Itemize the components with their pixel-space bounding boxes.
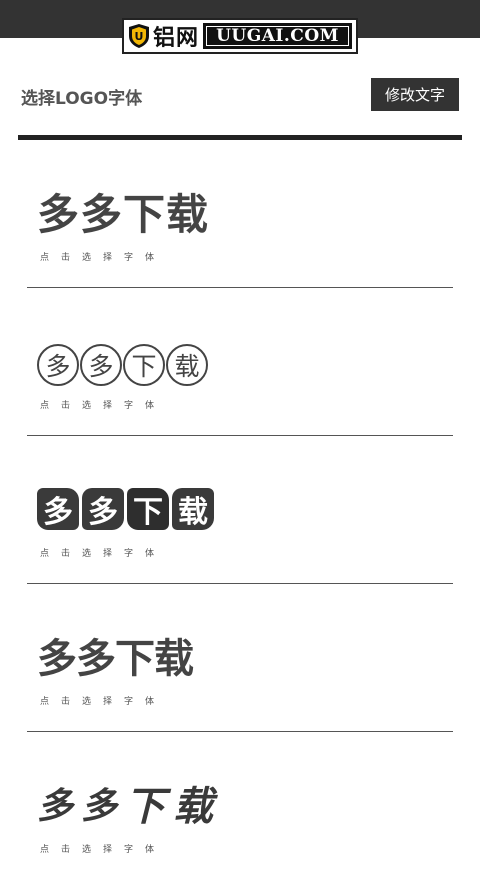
font-option-1[interactable]: 多多下载 点击选择字体 — [27, 140, 453, 288]
font-option-2[interactable]: 多 多 下 载 点击选择字体 — [27, 288, 453, 436]
font-option-4[interactable]: 多多下载 点击选择字体 — [27, 584, 453, 732]
font-sample-char: 多 — [37, 488, 79, 530]
select-font-hint: 点击选择字体 — [40, 845, 167, 855]
font-sample-char: 载 — [172, 488, 214, 530]
font-sample-char: 下 — [125, 783, 174, 830]
font-sample-char: 多 — [82, 488, 124, 530]
font-sample: 多 多 下 载 — [37, 482, 214, 536]
font-sample: 多多下载 — [37, 636, 194, 682]
font-option-5[interactable]: 多 多 下 载 点击选择字体 — [27, 732, 453, 880]
font-sample: 多 多 下 载 — [37, 338, 208, 392]
font-sample: 多多下载 — [37, 189, 210, 239]
font-sample: 多 多 下 载 — [37, 776, 221, 830]
font-sample-char: 下 — [127, 488, 169, 530]
font-option-3[interactable]: 多 多 下 载 点击选择字体 — [27, 436, 453, 584]
select-font-hint: 点击选择字体 — [40, 549, 167, 559]
font-sample-char: 多 — [37, 344, 79, 386]
font-sample-char: 多 — [80, 344, 122, 386]
font-sample-char: 多 — [81, 785, 126, 827]
shield-icon: U — [129, 24, 149, 48]
select-font-hint: 点击选择字体 — [40, 697, 167, 707]
select-font-hint: 点击选择字体 — [40, 401, 167, 411]
page-title: 选择LOGO字体 — [21, 89, 143, 109]
site-logo[interactable]: U 铝网 UUGAI.COM — [122, 18, 358, 54]
font-sample-char: 载 — [173, 783, 222, 830]
logo-english-text: UUGAI.COM — [203, 23, 352, 49]
select-font-hint: 点击选择字体 — [40, 253, 167, 263]
page-header: 选择LOGO字体 修改文字 — [0, 60, 480, 136]
font-sample-char: 多 — [37, 785, 82, 827]
font-list: 多多下载 点击选择字体 多 多 下 载 点击选择字体 多 多 下 载 点击选择字… — [27, 140, 453, 880]
svg-text:U: U — [135, 30, 144, 43]
font-sample-char: 下 — [123, 344, 165, 386]
edit-text-button[interactable]: 修改文字 — [371, 78, 459, 111]
font-sample-char: 载 — [166, 344, 208, 386]
logo-chinese-text: 铝网 — [153, 25, 200, 51]
